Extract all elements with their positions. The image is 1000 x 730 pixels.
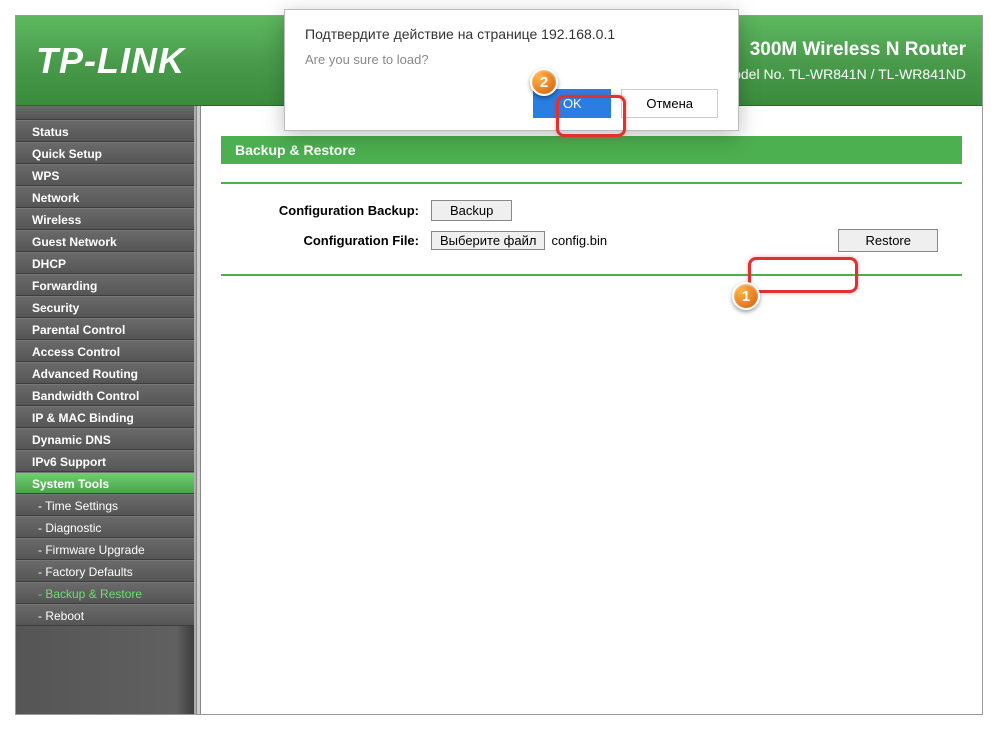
sidebar-item-factory-defaults[interactable]: - Factory Defaults	[16, 560, 194, 582]
callout-ok	[556, 95, 626, 137]
main-panel: Backup & Restore Configuration Backup: B…	[201, 106, 982, 714]
chosen-file-name: config.bin	[551, 233, 607, 248]
sidebar-item-ip-mac-binding[interactable]: IP & MAC Binding	[16, 406, 194, 428]
sidebar-spacer	[16, 106, 194, 120]
restore-wrap: Restore	[838, 229, 938, 252]
sidebar-item-time-settings[interactable]: - Time Settings	[16, 494, 194, 516]
dialog-actions: OK Отмена	[305, 89, 718, 118]
sidebar-item-quick-setup[interactable]: Quick Setup	[16, 142, 194, 164]
sidebar-item-dynamic-dns[interactable]: Dynamic DNS	[16, 428, 194, 450]
sidebar-item-network[interactable]: Network	[16, 186, 194, 208]
sidebar: Status Quick Setup WPS Network Wireless …	[16, 106, 196, 714]
backup-button[interactable]: Backup	[431, 200, 512, 221]
sidebar-item-backup-restore[interactable]: - Backup & Restore	[16, 582, 194, 604]
sidebar-item-dhcp[interactable]: DHCP	[16, 252, 194, 274]
panel-title: Backup & Restore	[221, 136, 962, 164]
callout-number-2: 2	[530, 68, 558, 96]
sidebar-item-guest-network[interactable]: Guest Network	[16, 230, 194, 252]
dialog-title: Подтвердите действие на странице 192.168…	[305, 26, 718, 42]
logo: TP-LINK	[36, 40, 185, 82]
dialog-message: Are you sure to load?	[305, 52, 718, 67]
label-config-file: Configuration File:	[221, 233, 431, 248]
sidebar-item-system-tools[interactable]: System Tools	[16, 472, 194, 494]
sidebar-item-firmware-upgrade[interactable]: - Firmware Upgrade	[16, 538, 194, 560]
sidebar-item-status[interactable]: Status	[16, 120, 194, 142]
sidebar-item-forwarding[interactable]: Forwarding	[16, 274, 194, 296]
router-admin-window: TP-LINK 300M Wireless N Router Model No.…	[15, 15, 983, 715]
sidebar-item-wireless[interactable]: Wireless	[16, 208, 194, 230]
sidebar-item-reboot[interactable]: - Reboot	[16, 604, 194, 626]
sidebar-item-advanced-routing[interactable]: Advanced Routing	[16, 362, 194, 384]
sidebar-item-bandwidth-control[interactable]: Bandwidth Control	[16, 384, 194, 406]
product-info: 300M Wireless N Router Model No. TL-WR84…	[721, 36, 966, 86]
row-config-file: Configuration File: Выберите файл config…	[221, 229, 962, 252]
product-model: Model No. TL-WR841N / TL-WR841ND	[721, 64, 966, 85]
sidebar-item-parental-control[interactable]: Parental Control	[16, 318, 194, 340]
row-backup: Configuration Backup: Backup	[221, 200, 962, 221]
restore-button[interactable]: Restore	[838, 229, 938, 252]
label-config-backup: Configuration Backup:	[221, 203, 431, 218]
callout-restore	[748, 257, 858, 293]
sidebar-item-wps[interactable]: WPS	[16, 164, 194, 186]
divider-top	[221, 182, 962, 184]
product-title: 300M Wireless N Router	[721, 36, 966, 65]
sidebar-item-access-control[interactable]: Access Control	[16, 340, 194, 362]
sidebar-item-diagnostic[interactable]: - Diagnostic	[16, 516, 194, 538]
choose-file-button[interactable]: Выберите файл	[431, 231, 545, 250]
sidebar-item-security[interactable]: Security	[16, 296, 194, 318]
confirm-dialog: Подтвердите действие на странице 192.168…	[284, 9, 739, 131]
callout-number-1: 1	[732, 282, 760, 310]
sidebar-item-ipv6-support[interactable]: IPv6 Support	[16, 450, 194, 472]
dialog-cancel-button[interactable]: Отмена	[621, 89, 718, 118]
content-wrap: Status Quick Setup WPS Network Wireless …	[16, 106, 982, 714]
